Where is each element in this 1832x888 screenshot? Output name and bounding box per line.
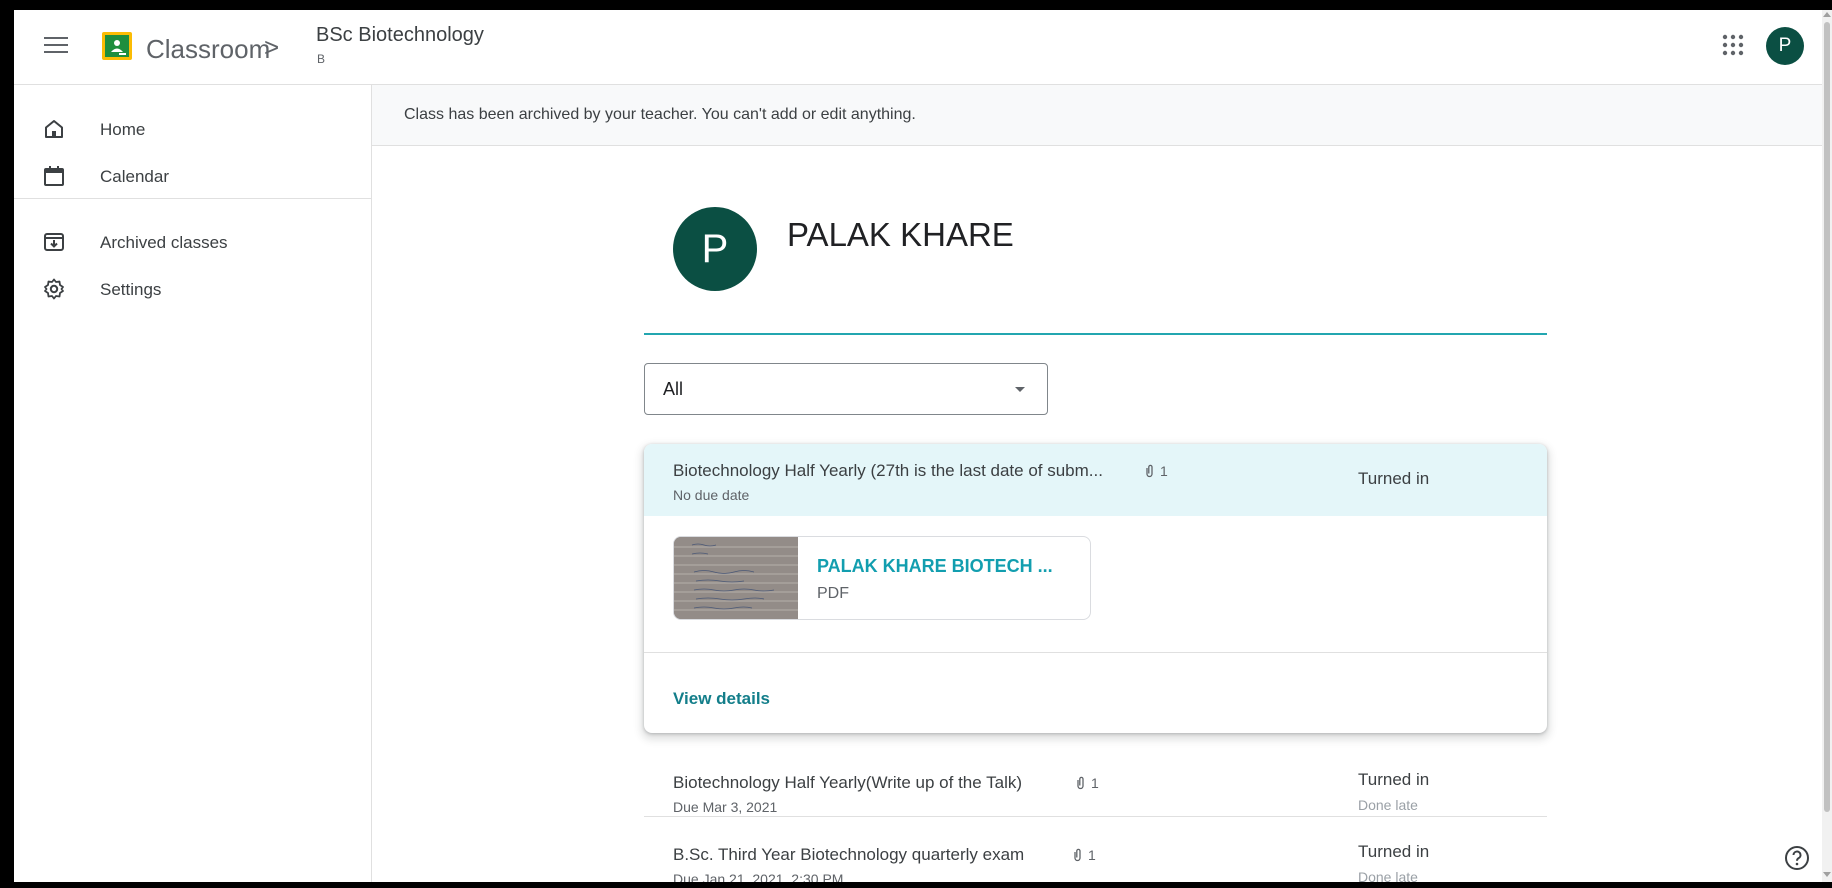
sidebar-item-home[interactable]: Home — [14, 107, 371, 151]
assignment-title: Biotechnology Half Yearly(Write up of th… — [673, 773, 1023, 792]
class-section: B — [317, 52, 326, 66]
attachment-thumbnail — [674, 537, 798, 619]
sidebar-item-settings[interactable]: Settings — [14, 267, 371, 311]
top-app-bar: Classroom > BSc Biotechnology B P — [14, 10, 1822, 85]
attachment-card[interactable]: PALAK KHARE BIOTECH ... PDF — [673, 536, 1091, 620]
status-filter-dropdown[interactable]: All — [644, 363, 1048, 415]
row-divider — [644, 816, 1547, 817]
assignment-title: B.Sc. Third Year Biotechnology quarterly… — [673, 845, 1025, 864]
app-name[interactable]: Classroom — [146, 34, 270, 65]
assignment-status: Turned in — [1358, 770, 1430, 789]
card-divider — [644, 652, 1547, 653]
assignment-title: Biotechnology Half Yearly (27th is the l… — [673, 461, 1103, 480]
assignment-row[interactable]: B.Sc. Third Year Biotechnology quarterly… — [644, 829, 1547, 882]
scroll-down-arrow-icon[interactable] — [1823, 872, 1831, 877]
account-avatar[interactable]: P — [1766, 27, 1804, 65]
attachment-count: 1 — [1160, 463, 1168, 479]
dropdown-arrow-icon — [1015, 387, 1025, 392]
sidebar-item-label: Archived classes — [100, 233, 228, 252]
filter-selected-value: All — [663, 379, 684, 399]
sidebar-item-calendar[interactable]: Calendar — [14, 154, 371, 198]
calendar-icon — [44, 166, 64, 186]
gear-icon — [44, 278, 64, 300]
classroom-logo-icon[interactable] — [102, 32, 132, 60]
archived-banner: Class has been archived by your teacher.… — [372, 85, 1822, 146]
sidebar-divider — [14, 198, 371, 199]
attachment-icon — [1074, 848, 1081, 862]
sidebar: Home Calendar Archived classes Settings — [14, 85, 372, 882]
attachment-icon — [1146, 464, 1153, 478]
sidebar-item-label: Home — [100, 120, 146, 139]
student-name: PALAK KHARE — [787, 216, 1014, 253]
view-details-link[interactable]: View details — [673, 689, 770, 709]
attachment-count: 1 — [1091, 775, 1099, 791]
class-name[interactable]: BSc Biotechnology — [316, 24, 484, 47]
attachment-title: PALAK KHARE BIOTECH ... — [817, 556, 1053, 576]
attachment-icon — [1077, 776, 1084, 790]
archive-icon — [44, 233, 64, 251]
assignment-status-detail: Done late — [1358, 797, 1418, 813]
breadcrumb-separator: > — [264, 32, 280, 62]
sidebar-item-archived-classes[interactable]: Archived classes — [14, 220, 371, 264]
scrollbar-thumb[interactable] — [1824, 22, 1830, 812]
student-avatar: P — [673, 207, 757, 291]
assignment-due: No due date — [673, 487, 750, 503]
archived-banner-text: Class has been archived by your teacher.… — [404, 106, 916, 123]
header-divider — [644, 333, 1547, 335]
assignment-due: Due Mar 3, 2021 — [673, 799, 778, 815]
attachment-type: PDF — [817, 585, 849, 602]
assignment-due: Due Jan 21, 2021, 2:30 PM — [673, 871, 844, 882]
menu-icon[interactable] — [44, 37, 68, 57]
attachment-count: 1 — [1088, 847, 1096, 863]
assignment-status: Turned in — [1358, 842, 1430, 861]
assignment-status-detail: Done late — [1358, 869, 1418, 882]
sidebar-item-label: Settings — [100, 280, 162, 299]
assignment-card-expanded: Biotechnology Half Yearly (27th is the l… — [644, 444, 1547, 733]
assignment-card-header[interactable]: Biotechnology Half Yearly (27th is the l… — [644, 444, 1547, 516]
help-icon[interactable] — [1784, 845, 1810, 871]
assignment-status: Turned in — [1358, 469, 1430, 488]
app-window: Classroom > BSc Biotechnology B P Home C… — [14, 10, 1822, 882]
scroll-up-arrow-icon[interactable] — [1823, 12, 1831, 17]
home-icon — [45, 120, 63, 138]
apps-grid-icon[interactable] — [1722, 34, 1744, 56]
sidebar-item-label: Calendar — [100, 167, 169, 186]
